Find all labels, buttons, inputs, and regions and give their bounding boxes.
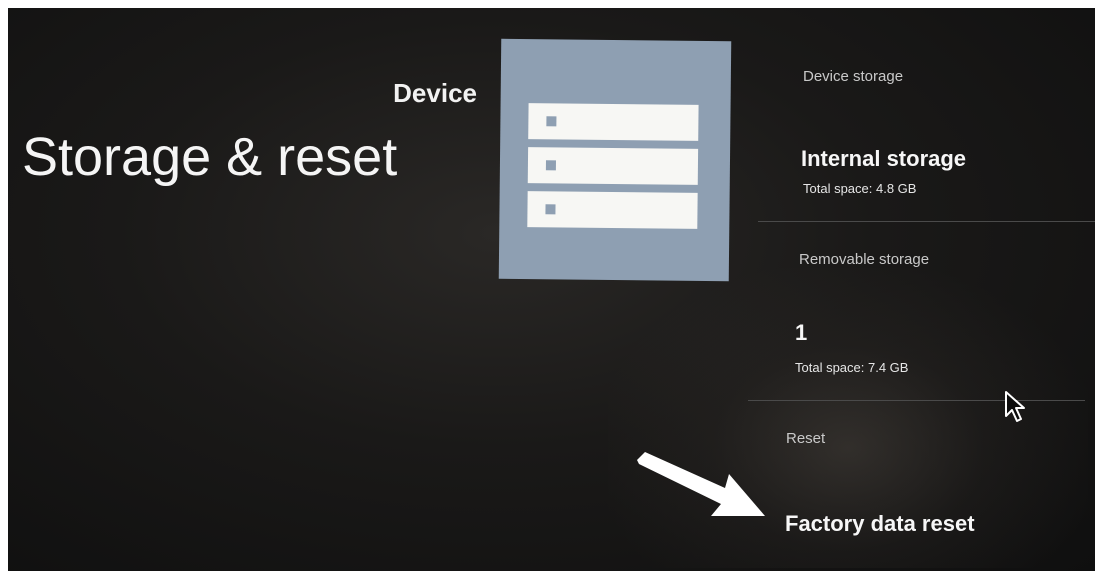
drive-slot-1 bbox=[528, 103, 699, 141]
factory-data-reset-title: Factory data reset bbox=[785, 511, 975, 536]
drive-led bbox=[545, 160, 556, 171]
storage-drives-icon bbox=[498, 38, 732, 282]
drive-slot-3 bbox=[527, 191, 698, 229]
section-header-device-storage: Device storage bbox=[803, 68, 904, 85]
section-header-reset: Reset bbox=[786, 430, 826, 447]
internal-storage-title: Internal storage bbox=[801, 146, 967, 171]
divider bbox=[748, 400, 1085, 401]
tv-screen: Device Storage & reset Device storage In… bbox=[8, 8, 1095, 571]
category-label: Device bbox=[393, 78, 477, 108]
removable-storage-subtitle: Total space: 7.4 GB bbox=[795, 360, 909, 375]
white-arrow-icon bbox=[637, 452, 765, 516]
divider bbox=[758, 221, 1095, 222]
removable-storage-title: 1 bbox=[795, 320, 808, 345]
mouse-cursor-icon bbox=[1005, 391, 1025, 422]
section-header-removable-storage: Removable storage bbox=[799, 251, 930, 268]
internal-storage-subtitle: Total space: 4.8 GB bbox=[803, 181, 917, 196]
page-title: Storage & reset bbox=[22, 127, 398, 187]
drive-slot-2 bbox=[527, 147, 699, 185]
drive-led bbox=[545, 204, 556, 215]
drive-led bbox=[546, 116, 557, 127]
settings-list: Device storage Internal storage Total sp… bbox=[743, 8, 1095, 571]
